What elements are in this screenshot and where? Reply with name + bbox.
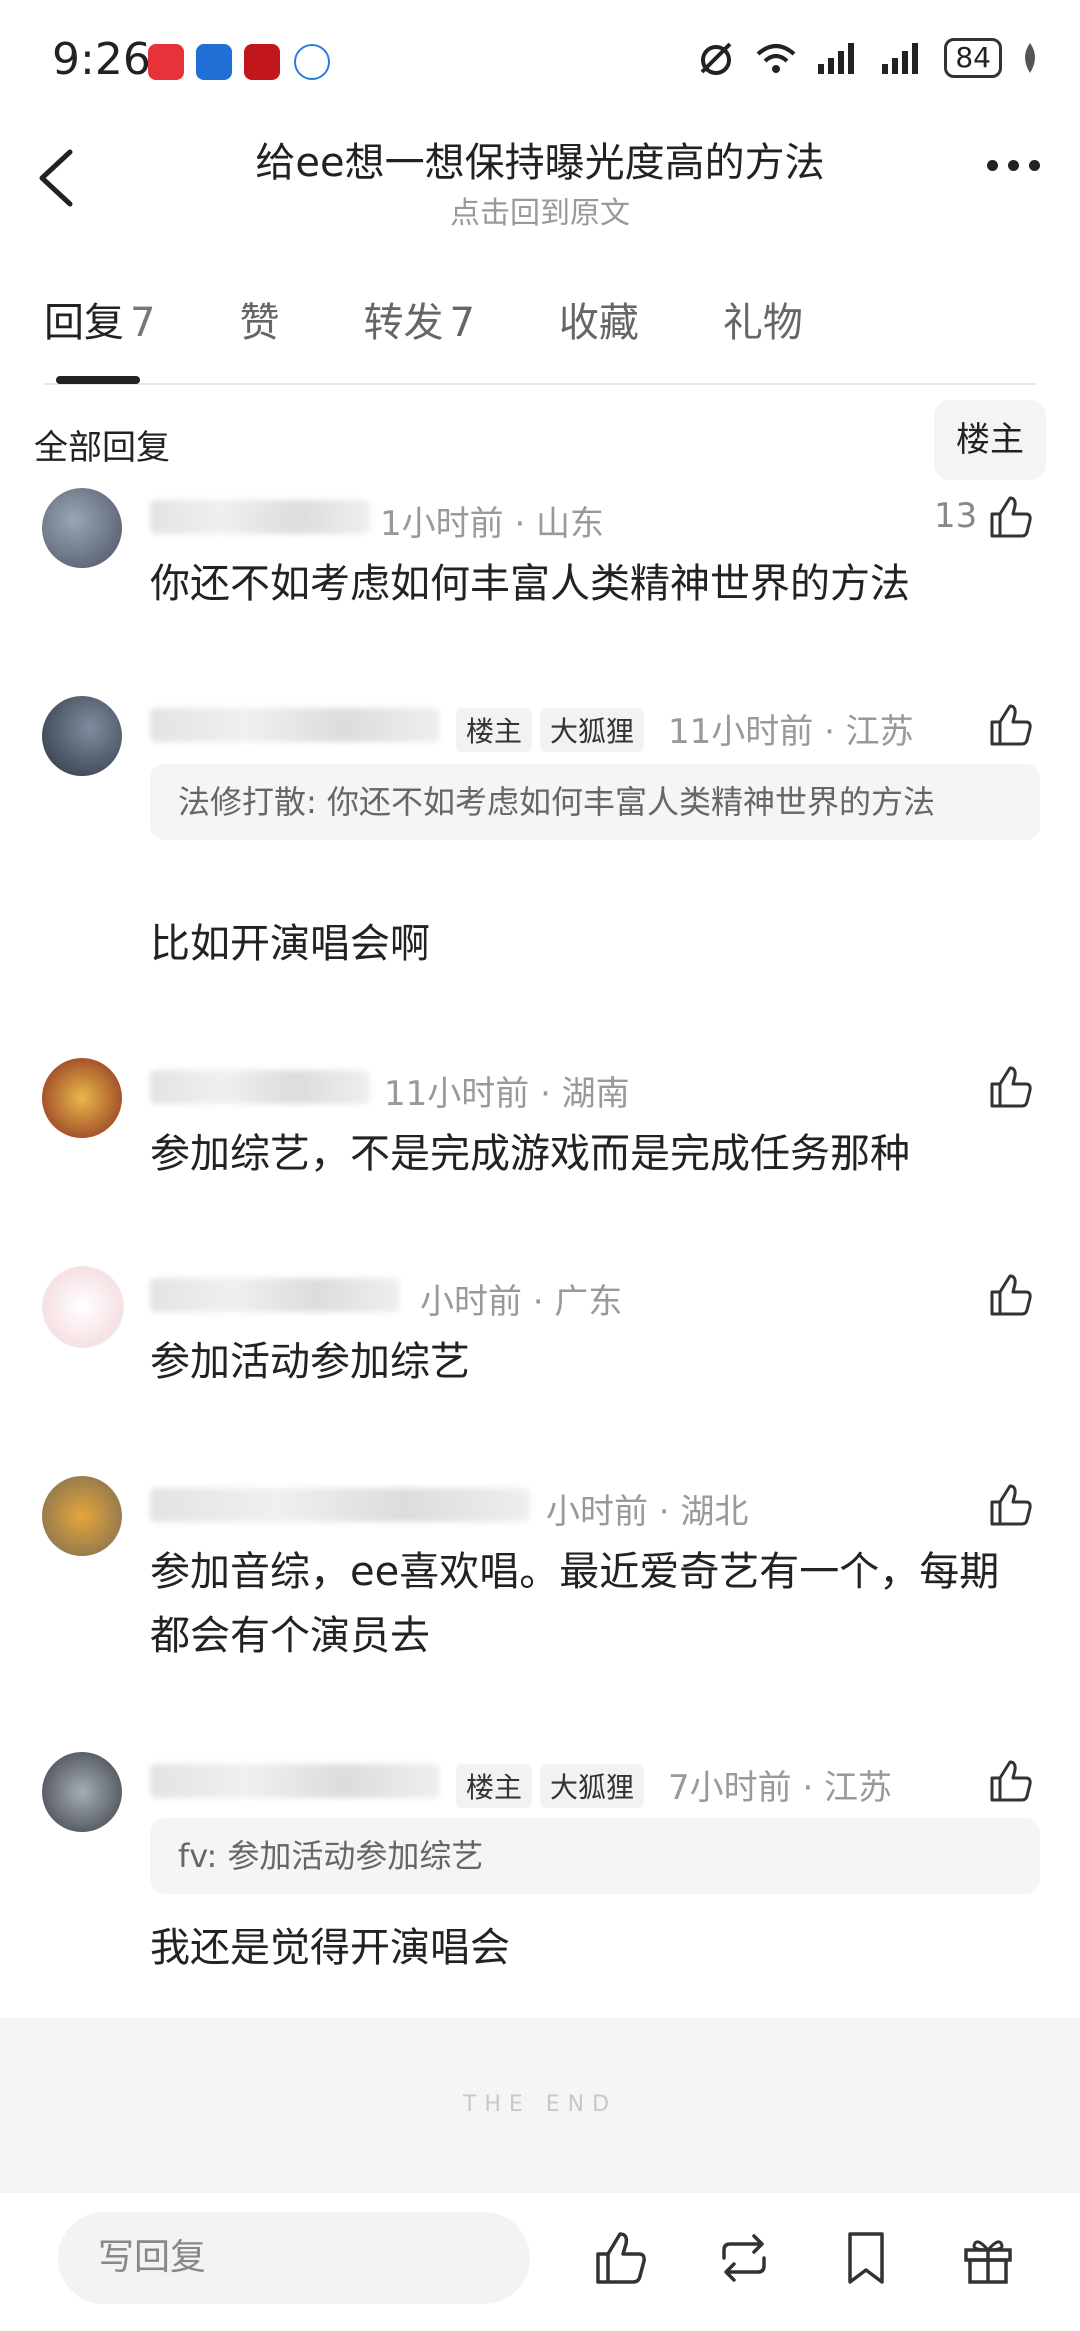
alarm-icon: [700, 42, 732, 75]
more-options-button[interactable]: [987, 160, 1040, 171]
more-dot: [987, 160, 998, 171]
fan-badge: 大狐狸: [540, 1764, 645, 1808]
avatar[interactable]: [42, 488, 122, 568]
tab-count: 7: [449, 300, 475, 346]
reply-input[interactable]: 写回复: [58, 2212, 530, 2304]
username-blurred[interactable]: [150, 1488, 530, 1522]
battery-indicator: 84: [944, 38, 1002, 78]
thumbs-up-icon[interactable]: [986, 492, 1036, 542]
tab-likes[interactable]: 赞: [239, 290, 279, 348]
tab-label: 回复: [44, 300, 124, 346]
more-dot: [1029, 160, 1040, 171]
tab-count: 7: [130, 300, 156, 346]
fund-app-icon: [196, 44, 232, 80]
all-replies-filter[interactable]: 全部回复: [34, 420, 170, 469]
tab-gifts[interactable]: 礼物: [723, 290, 803, 348]
thumbs-up-icon[interactable]: [592, 2228, 652, 2288]
tabs-divider: [44, 383, 1036, 385]
wifi-icon: [757, 44, 796, 73]
quoted-reply[interactable]: fv: 参加活动参加综艺: [150, 1818, 1040, 1894]
comment-meta: 小时前 · 广东: [420, 1282, 623, 1322]
gift-icon[interactable]: [958, 2228, 1018, 2288]
more-dot: [1008, 160, 1019, 171]
avatar[interactable]: [42, 1266, 124, 1348]
tab-label: 赞: [239, 300, 280, 346]
browser-app-icon: [294, 44, 330, 80]
huawei-app-icon: [148, 44, 184, 80]
signal-icon-2: [882, 43, 919, 74]
comment-meta: 11小时前 · 湖南: [384, 1074, 630, 1114]
quoted-reply[interactable]: 法修打散: 你还不如考虑如何丰富人类精神世界的方法: [150, 764, 1040, 840]
status-time: 9:26: [52, 34, 151, 85]
tab-bar: 回复 7 赞 转发 7 收藏 礼物: [44, 290, 887, 348]
repost-icon[interactable]: [714, 2228, 774, 2288]
tab-favorites[interactable]: 收藏: [559, 290, 639, 348]
fan-badge: 大狐狸: [540, 708, 645, 752]
thumbs-up-icon[interactable]: [986, 1270, 1036, 1320]
avatar[interactable]: [42, 696, 122, 776]
thumbs-up-icon[interactable]: [986, 1756, 1036, 1806]
chevron-left-icon: [39, 149, 73, 207]
tab-label: 礼物: [722, 300, 803, 346]
op-badge: 楼主: [456, 708, 533, 752]
username-blurred[interactable]: [150, 1070, 370, 1104]
tab-label: 收藏: [558, 300, 639, 346]
avatar[interactable]: [42, 1058, 122, 1138]
comment-meta: 1小时前 · 山东: [380, 504, 605, 544]
tab-label: 转发: [363, 300, 444, 346]
comment-text: 你还不如考虑如何丰富人类精神世界的方法: [150, 561, 910, 607]
op-badge: 楼主: [456, 1764, 533, 1808]
leaf-icon: [1025, 43, 1035, 73]
avatar[interactable]: [42, 1476, 122, 1556]
comment-meta: 7小时前 · 江苏: [668, 1768, 893, 1808]
username-blurred[interactable]: [150, 1764, 440, 1798]
thumbs-up-icon[interactable]: [986, 1062, 1036, 1112]
username-blurred[interactable]: [150, 708, 440, 742]
comment-text: 参加活动参加综艺: [150, 1339, 470, 1385]
active-tab-indicator: [56, 376, 140, 384]
end-marker: THE END: [462, 2092, 618, 2117]
like-count: 13: [934, 496, 978, 536]
back-to-original-link[interactable]: 点击回到原文: [140, 188, 940, 232]
tab-reposts[interactable]: 转发 7: [363, 290, 474, 348]
op-only-filter[interactable]: 楼主: [934, 400, 1046, 480]
comment-text: 参加综艺，不是完成游戏而是完成任务那种: [150, 1131, 910, 1177]
stock-app-icon: [244, 44, 280, 80]
thumbs-up-icon[interactable]: [986, 700, 1036, 750]
back-button[interactable]: [34, 148, 78, 208]
username-blurred[interactable]: [150, 500, 370, 534]
username-blurred[interactable]: [150, 1278, 400, 1312]
status-icons: 84: [696, 38, 1040, 78]
comment-text: 比如开演唱会啊: [150, 921, 430, 967]
thumbs-up-icon[interactable]: [986, 1480, 1036, 1530]
page-title: 给ee想一想保持曝光度高的方法: [255, 140, 825, 186]
comment-text: 我还是觉得开演唱会: [150, 1925, 510, 1971]
signal-icon: [818, 43, 855, 74]
comment-meta: 小时前 · 湖北: [546, 1492, 749, 1532]
comment-meta: 11小时前 · 江苏: [668, 712, 914, 752]
bookmark-icon[interactable]: [836, 2228, 896, 2288]
tab-replies[interactable]: 回复 7: [44, 290, 155, 348]
comment-text: 参加音综，ee喜欢唱。最近爱奇艺有一个，每期都会有个演员去: [150, 1549, 1000, 1659]
avatar[interactable]: [42, 1752, 122, 1832]
